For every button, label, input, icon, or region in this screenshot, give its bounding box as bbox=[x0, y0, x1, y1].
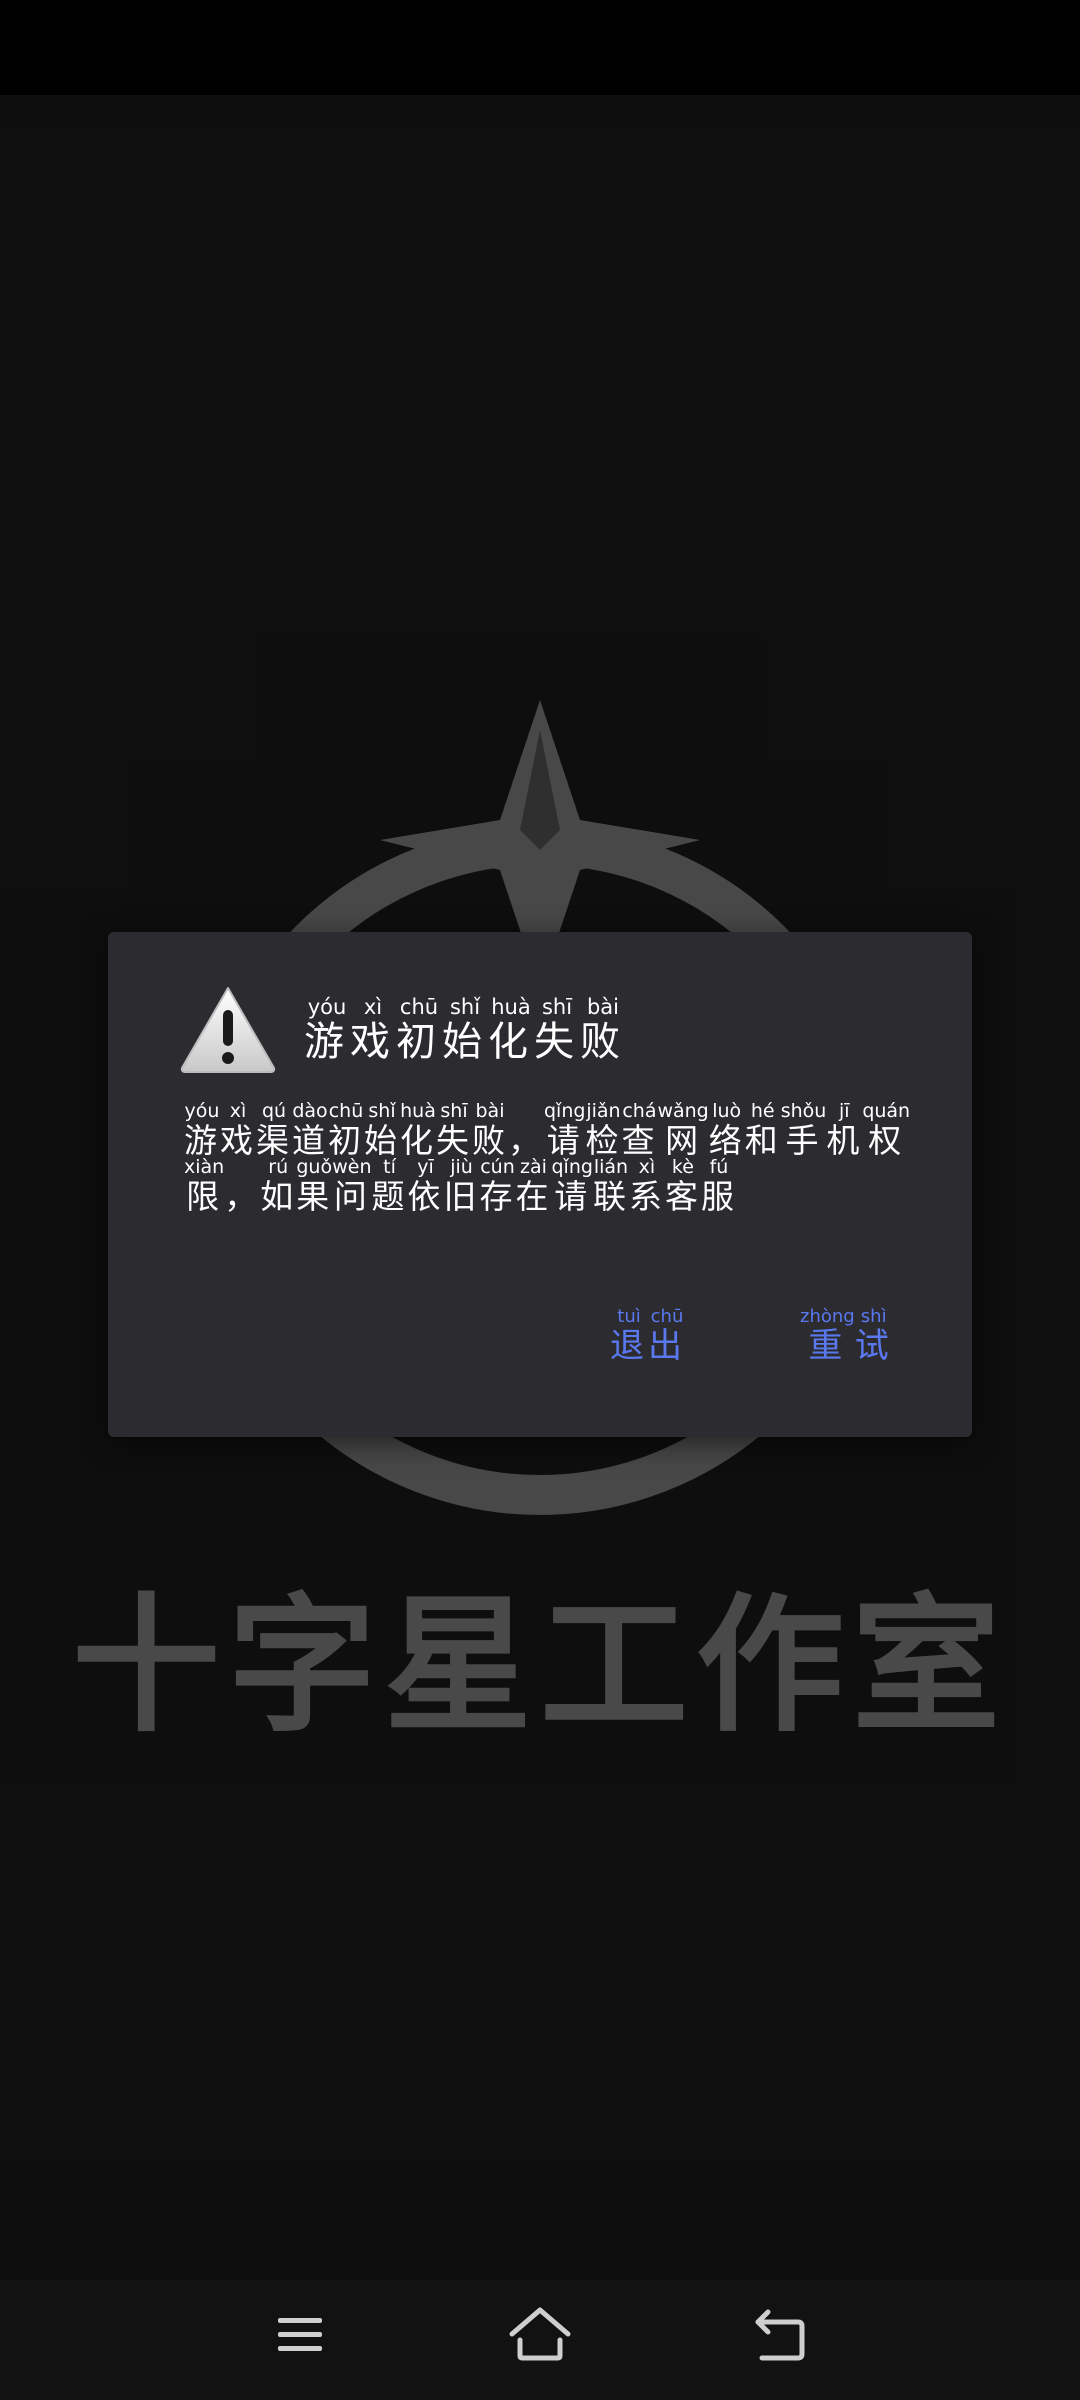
back-icon[interactable] bbox=[740, 2300, 820, 2370]
ruby-char: 道dào bbox=[292, 1100, 328, 1160]
pinyin-annotation: qǐng bbox=[551, 1156, 593, 1178]
pinyin-annotation: huà bbox=[488, 995, 534, 1019]
ruby-char: 退tuì bbox=[610, 1306, 648, 1366]
ruby-char: 网wǎng bbox=[657, 1100, 709, 1160]
ruby-char: 请qǐng bbox=[544, 1100, 586, 1160]
pinyin-annotation: cún bbox=[479, 1156, 516, 1178]
ruby-char: ， bbox=[224, 1177, 261, 1216]
ruby-char: 游yóu bbox=[184, 1100, 220, 1160]
ruby-char: 如rú bbox=[260, 1156, 297, 1216]
pinyin-annotation: chū bbox=[328, 1100, 364, 1122]
ruby-char: 联lián bbox=[592, 1156, 629, 1216]
ruby-char: 旧jiù bbox=[443, 1156, 480, 1216]
retry-button[interactable]: 重zhòng试shì bbox=[800, 1306, 893, 1368]
pinyin-annotation: fú bbox=[700, 1156, 737, 1178]
ruby-char: 出chū bbox=[648, 1306, 686, 1366]
ruby-char: 初chū bbox=[328, 1100, 364, 1160]
ruby-char: 手shǒu bbox=[780, 1100, 827, 1160]
pinyin-annotation: rú bbox=[260, 1156, 297, 1178]
pinyin-annotation: wǎng bbox=[657, 1100, 709, 1122]
ruby-char: 初chū bbox=[396, 995, 442, 1065]
pinyin-annotation: luò bbox=[708, 1100, 745, 1122]
ruby-char: 果guǒ bbox=[296, 1156, 333, 1216]
pinyin-annotation: tuì bbox=[610, 1306, 648, 1327]
ruby-char: 化huà bbox=[488, 995, 534, 1065]
pinyin-annotation: jiù bbox=[443, 1156, 480, 1178]
ruby-char: 失shī bbox=[534, 995, 580, 1065]
dialog-title: 游yóu戏xì初chū始shǐ化huà失shī败bài bbox=[304, 995, 626, 1067]
ruby-char: 限xiàn bbox=[184, 1156, 225, 1216]
pinyin-annotation: hé bbox=[744, 1100, 781, 1122]
pinyin-annotation: zài bbox=[515, 1156, 552, 1178]
pinyin-annotation: chū bbox=[396, 995, 442, 1019]
pinyin-annotation: shǒu bbox=[780, 1100, 827, 1122]
ruby-char: 戏xì bbox=[350, 995, 396, 1065]
pinyin-annotation: bài bbox=[580, 995, 626, 1019]
pinyin-annotation: zhòng bbox=[800, 1306, 855, 1327]
ruby-char: 请qǐng bbox=[551, 1156, 593, 1216]
system-nav-bar bbox=[0, 2280, 1080, 2400]
pinyin-annotation: xì bbox=[628, 1156, 665, 1178]
ruby-char: 客kè bbox=[664, 1156, 701, 1216]
ruby-char: 络luò bbox=[708, 1100, 745, 1160]
ruby-char: 渠qú bbox=[256, 1100, 292, 1160]
ruby-char: ， bbox=[508, 1121, 544, 1160]
ruby-char: 重zhòng bbox=[800, 1306, 855, 1366]
pinyin-annotation: kè bbox=[664, 1156, 701, 1178]
ruby-char: 依yī bbox=[407, 1156, 444, 1216]
ruby-char: 化huà bbox=[400, 1100, 436, 1160]
pinyin-annotation: shī bbox=[436, 1100, 472, 1122]
pinyin-annotation: yī bbox=[407, 1156, 444, 1178]
pinyin-annotation: dào bbox=[292, 1100, 328, 1122]
pinyin-annotation: huà bbox=[400, 1100, 436, 1122]
ruby-char: 系xì bbox=[628, 1156, 665, 1216]
ruby-char: 权quán bbox=[862, 1100, 911, 1160]
ruby-char: 戏xì bbox=[220, 1100, 256, 1160]
pinyin-annotation: xì bbox=[220, 1100, 256, 1122]
pinyin-annotation: shì bbox=[854, 1306, 893, 1327]
pinyin-annotation: quán bbox=[862, 1100, 911, 1122]
ruby-char: 问wèn bbox=[332, 1156, 372, 1216]
pinyin-annotation: wèn bbox=[332, 1156, 372, 1178]
pinyin-annotation: guǒ bbox=[296, 1156, 333, 1178]
ruby-char: 始shǐ bbox=[364, 1100, 400, 1160]
ruby-char: 游yóu bbox=[304, 995, 350, 1065]
pinyin-annotation: chá bbox=[621, 1100, 658, 1122]
ruby-char: 在zài bbox=[515, 1156, 552, 1216]
pinyin-annotation: lián bbox=[592, 1156, 629, 1178]
ruby-char: 存cún bbox=[479, 1156, 516, 1216]
ruby-char: 检jiǎn bbox=[585, 1100, 622, 1160]
home-icon[interactable] bbox=[500, 2300, 580, 2370]
pinyin-annotation: yóu bbox=[304, 995, 350, 1019]
pinyin-annotation: qú bbox=[256, 1100, 292, 1122]
ruby-char: 服fú bbox=[700, 1156, 737, 1216]
ruby-char: 试shì bbox=[854, 1306, 893, 1366]
ruby-char: 机jī bbox=[826, 1100, 863, 1160]
dialog-message: 游yóu戏xì渠qú道dào初chū始shǐ化huà失shī败bài，请qǐng… bbox=[184, 1100, 954, 1225]
pinyin-annotation: shī bbox=[534, 995, 580, 1019]
pinyin-annotation: chū bbox=[648, 1306, 686, 1327]
menu-icon[interactable] bbox=[260, 2300, 340, 2370]
exit-button[interactable]: 退tuì出chū bbox=[610, 1306, 686, 1368]
ruby-char: 题tí bbox=[371, 1156, 408, 1216]
pinyin-annotation: shǐ bbox=[364, 1100, 400, 1122]
ruby-char: 败bài bbox=[580, 995, 626, 1065]
pinyin-annotation: tí bbox=[371, 1156, 408, 1178]
ruby-char: 查chá bbox=[621, 1100, 658, 1160]
pinyin-annotation: shǐ bbox=[442, 995, 488, 1019]
pinyin-annotation: jiǎn bbox=[585, 1100, 622, 1122]
pinyin-annotation: jī bbox=[826, 1100, 863, 1122]
ruby-char: 始shǐ bbox=[442, 995, 488, 1065]
pinyin-annotation: xiàn bbox=[184, 1156, 225, 1178]
pinyin-annotation: qǐng bbox=[544, 1100, 586, 1122]
ruby-char: 败bài bbox=[472, 1100, 508, 1160]
pinyin-annotation: xì bbox=[350, 995, 396, 1019]
pinyin-annotation: yóu bbox=[184, 1100, 220, 1122]
warning-triangle-icon bbox=[180, 987, 276, 1073]
pinyin-annotation: bài bbox=[472, 1100, 508, 1122]
ruby-char: 和hé bbox=[744, 1100, 781, 1160]
ruby-char: 失shī bbox=[436, 1100, 472, 1160]
error-dialog: 游yóu戏xì初chū始shǐ化huà失shī败bài 游yóu戏xì渠qú道d… bbox=[108, 932, 972, 1437]
